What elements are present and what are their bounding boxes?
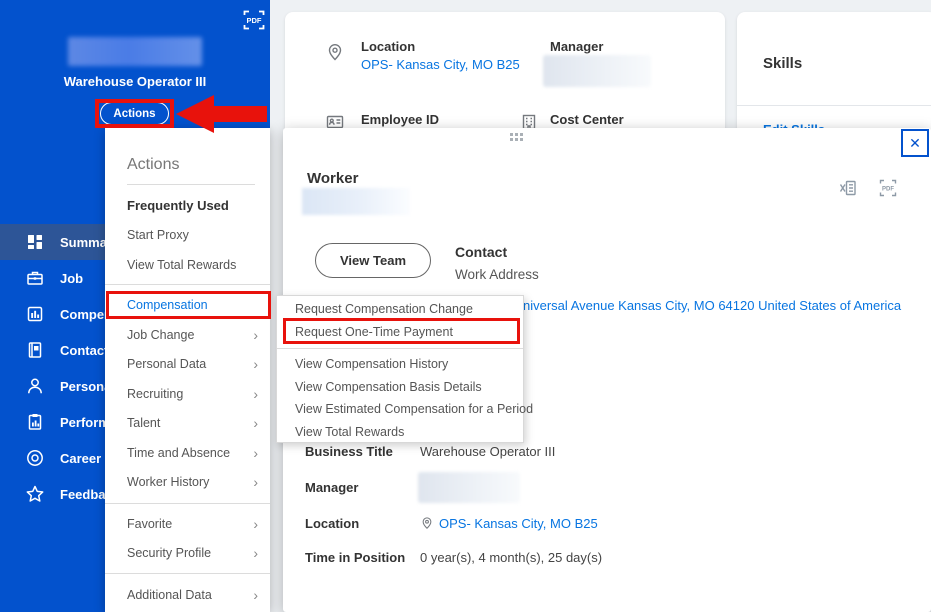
menu-divider xyxy=(105,573,270,574)
business-title-value: Warehouse Operator III xyxy=(420,444,555,459)
manager-label: Manager xyxy=(550,39,603,54)
time-in-position-row: Time in Position 0 year(s), 4 month(s), … xyxy=(305,550,905,565)
menu-item-security-profile[interactable]: Security Profile› xyxy=(105,539,270,569)
worker-job-title: Warehouse Operator III xyxy=(0,74,270,89)
sidebar-label-career: Career xyxy=(60,451,101,466)
chevron-right-icon: › xyxy=(253,545,258,561)
location-label-modal: Location xyxy=(305,516,420,531)
work-address-label: Work Address xyxy=(455,267,539,282)
employee-id-label: Employee ID xyxy=(361,112,439,127)
svg-text:PDF: PDF xyxy=(882,187,894,193)
menu-divider xyxy=(105,284,270,285)
star-icon xyxy=(25,484,45,504)
manager-label-modal: Manager xyxy=(305,480,420,495)
menu-item-talent[interactable]: Talent› xyxy=(105,409,270,439)
menu-item-additional-data[interactable]: Additional Data› xyxy=(105,580,270,610)
modal-title: Worker xyxy=(307,170,358,187)
pdf-export-icon[interactable]: PDF xyxy=(242,9,266,31)
submenu-item-request-compensation-change[interactable]: Request Compensation Change xyxy=(277,298,523,321)
sidebar-label-job: Job xyxy=(60,271,83,286)
menu-item-recruiting[interactable]: Recruiting› xyxy=(105,379,270,409)
location-row: Location OPS- Kansas City, MO B25 xyxy=(305,516,905,531)
export-excel-icon[interactable] xyxy=(838,178,858,198)
manager-row: Manager xyxy=(305,480,905,495)
work-address-link[interactable]: niversal Avenue Kansas City, MO 64120 Un… xyxy=(523,298,901,313)
briefcase-icon xyxy=(25,268,45,288)
svg-text:PDF: PDF xyxy=(247,16,262,25)
target-icon xyxy=(25,448,45,468)
menu-item-worker-history[interactable]: Worker History› xyxy=(105,468,270,498)
business-title-label: Business Title xyxy=(305,444,420,459)
clipboard-icon xyxy=(25,412,45,432)
redacted-worker-name xyxy=(68,37,202,66)
compensation-submenu: Request Compensation Change Request One-… xyxy=(276,295,524,443)
contact-heading: Contact xyxy=(455,244,507,260)
chevron-right-icon: › xyxy=(253,587,258,603)
menu-divider xyxy=(105,503,270,504)
drag-handle-icon[interactable] xyxy=(510,133,523,141)
submenu-item-view-total-rewards[interactable]: View Total Rewards xyxy=(277,421,523,444)
submenu-item-request-one-time-payment[interactable]: Request One-Time Payment xyxy=(277,321,523,344)
redacted-manager-name xyxy=(543,55,651,87)
chevron-right-icon: › xyxy=(253,356,258,372)
actions-menu-title: Actions xyxy=(105,128,270,175)
bar-chart-icon xyxy=(25,304,45,324)
menu-item-favorite[interactable]: Favorite› xyxy=(105,509,270,539)
contact-card-icon xyxy=(25,340,45,360)
sidebar-label-contact: Contact xyxy=(60,343,108,358)
export-pdf-icon[interactable]: PDF xyxy=(878,178,898,198)
submenu-item-view-compensation-basis-details[interactable]: View Compensation Basis Details xyxy=(277,376,523,399)
grid-icon xyxy=(25,232,45,252)
submenu-item-view-estimated-compensation[interactable]: View Estimated Compensation for a Period xyxy=(277,398,523,421)
close-button[interactable]: ✕ xyxy=(901,129,929,157)
menu-item-personal-data[interactable]: Personal Data› xyxy=(105,350,270,380)
location-label: Location xyxy=(361,39,415,54)
location-pin-icon xyxy=(325,42,345,62)
chevron-right-icon: › xyxy=(253,415,258,431)
location-link[interactable]: OPS- Kansas City, MO B25 xyxy=(361,57,520,72)
cost-center-label: Cost Center xyxy=(550,112,624,127)
location-link-modal[interactable]: OPS- Kansas City, MO B25 xyxy=(439,516,598,531)
menu-item-start-proxy[interactable]: Start Proxy xyxy=(105,221,270,251)
chevron-right-icon: › xyxy=(253,445,258,461)
redacted-manager-name-modal xyxy=(418,472,520,503)
location-pin-icon-small xyxy=(420,516,434,530)
business-title-row: Business Title Warehouse Operator III xyxy=(305,444,905,459)
close-icon: ✕ xyxy=(909,135,921,152)
skills-divider xyxy=(737,105,931,106)
view-team-button[interactable]: View Team xyxy=(315,243,431,278)
submenu-item-view-compensation-history[interactable]: View Compensation History xyxy=(277,353,523,376)
redacted-worker-name-modal xyxy=(302,188,410,215)
chevron-right-icon: › xyxy=(253,386,258,402)
annotation-arrow-icon xyxy=(176,95,214,133)
actions-button[interactable]: Actions xyxy=(100,102,169,125)
person-icon xyxy=(25,376,45,396)
skills-title: Skills xyxy=(763,55,802,72)
annotation-arrow-tail xyxy=(210,106,267,122)
menu-item-job-change[interactable]: Job Change› xyxy=(105,320,270,350)
menu-header-frequently-used: Frequently Used xyxy=(105,191,270,221)
time-in-position-label: Time in Position xyxy=(305,550,420,565)
time-in-position-value: 0 year(s), 4 month(s), 25 day(s) xyxy=(420,550,602,565)
chevron-right-icon: › xyxy=(253,327,258,343)
chevron-right-icon: › xyxy=(253,516,258,532)
chevron-right-icon: › xyxy=(253,474,258,490)
submenu-divider xyxy=(277,348,523,349)
menu-item-time-and-absence[interactable]: Time and Absence› xyxy=(105,438,270,468)
menu-item-compensation[interactable]: Compensation xyxy=(105,291,270,321)
menu-divider xyxy=(127,184,255,185)
menu-item-view-total-rewards[interactable]: View Total Rewards xyxy=(105,250,270,280)
actions-menu: Actions Frequently Used Start Proxy View… xyxy=(105,128,270,612)
